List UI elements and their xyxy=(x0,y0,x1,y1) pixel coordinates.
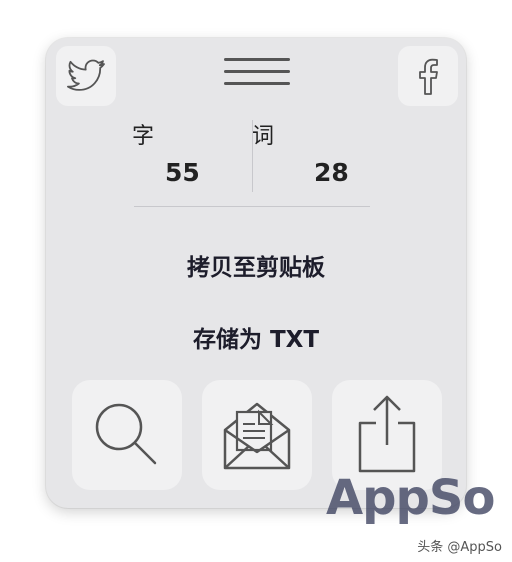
word-count-panel: 字 55 词 28 拷贝至剪贴板 存储为 TXT xyxy=(46,38,466,508)
twitter-bird-icon xyxy=(67,59,105,91)
mail-button[interactable] xyxy=(202,380,312,490)
save-as-txt-button[interactable]: 存储为 TXT xyxy=(46,320,466,354)
mail-icon xyxy=(223,402,291,470)
words-count: 28 xyxy=(314,158,349,187)
copy-to-clipboard-button[interactable]: 拷贝至剪贴板 xyxy=(46,248,466,282)
facebook-share-button[interactable] xyxy=(398,46,458,106)
share-icon xyxy=(358,395,416,473)
stats-bottom-divider xyxy=(134,206,370,207)
search-icon xyxy=(95,403,157,465)
search-button[interactable] xyxy=(72,380,182,490)
appso-watermark-logo: AppSo xyxy=(326,470,495,526)
characters-count: 55 xyxy=(165,158,200,187)
hamburger-menu-icon[interactable] xyxy=(224,56,290,88)
words-label: 词 xyxy=(252,124,275,149)
facebook-f-icon xyxy=(419,58,438,95)
twitter-share-button[interactable] xyxy=(56,46,116,106)
characters-label: 字 xyxy=(132,124,155,149)
source-credit: 头条 @AppSo xyxy=(417,540,502,555)
